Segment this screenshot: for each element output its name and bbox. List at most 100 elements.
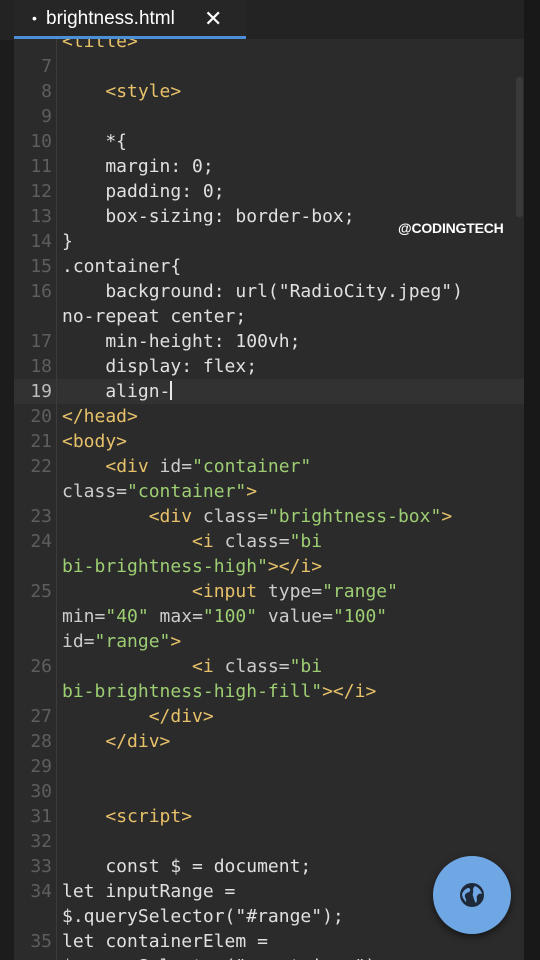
code-text: min="40" max="100" value="100" [62, 604, 387, 629]
scrollbar-thumb[interactable] [516, 77, 523, 217]
code-text: <input type="range" [62, 579, 398, 604]
code-line[interactable]: $.querySelector(".container"); [14, 954, 524, 960]
code-line[interactable]: 28 </div> [14, 729, 524, 754]
code-line[interactable]: bi-brightness-high"></i> [14, 554, 524, 579]
line-number: 22 [30, 456, 52, 477]
code-text: <div id="container" [62, 454, 311, 479]
code-text: class="container"> [62, 479, 257, 504]
watermark: @CODINGTECH [398, 220, 504, 236]
code-text: .container{ [62, 254, 181, 279]
code-text: <title> [62, 39, 138, 54]
line-number: 24 [30, 531, 52, 552]
code-token: "container" [192, 456, 312, 477]
line-number: 13 [30, 206, 52, 227]
code-token: margin: 0; [62, 156, 214, 177]
line-number: 20 [30, 406, 52, 427]
code-line[interactable]: 26 <i class="bi [14, 654, 524, 679]
line-number: 9 [41, 106, 52, 127]
code-line[interactable]: 24 <i class="bi [14, 529, 524, 554]
code-text: <script> [62, 804, 192, 829]
code-line[interactable]: 7 [14, 54, 524, 79]
code-token: <script> [105, 806, 193, 827]
code-line[interactable]: 30 [14, 779, 524, 804]
code-text: </div> [62, 729, 170, 754]
code-line[interactable]: 17 min-height: 100vh; [14, 329, 524, 354]
globe-fab-button[interactable] [433, 856, 511, 934]
code-line[interactable]: 11 margin: 0; [14, 154, 524, 179]
code-token: </div> [105, 731, 171, 752]
line-number: 29 [30, 756, 52, 777]
line-number: 11 [30, 156, 52, 177]
code-token: box-sizing: border-box; [62, 206, 355, 227]
code-line[interactable]: id="range"> [14, 629, 524, 654]
code-token: ></i> [267, 556, 323, 577]
code-token: class= [62, 481, 128, 502]
code-line[interactable]: <title> [14, 39, 524, 54]
code-text: } [62, 229, 73, 254]
code-token: padding: 0; [62, 181, 225, 202]
code-text: $.querySelector("#range"); [62, 904, 344, 929]
line-number: 33 [30, 856, 52, 877]
code-text: min-height: 100vh; [62, 329, 300, 354]
code-line[interactable]: 22 <div id="container" [14, 454, 524, 479]
code-line[interactable]: 21 <body> [14, 429, 524, 454]
code-text: padding: 0; [62, 179, 225, 204]
line-number: 26 [30, 656, 52, 677]
code-line[interactable]: 29 [14, 754, 524, 779]
code-line[interactable]: min="40" max="100" value="100" [14, 604, 524, 629]
code-text: </head> [62, 404, 138, 429]
code-line[interactable]: 10 *{ [14, 129, 524, 154]
code-line[interactable]: 25 <input type="range" [14, 579, 524, 604]
code-line[interactable]: 19 align- [14, 379, 524, 404]
code-token: <i [192, 656, 225, 677]
code-line[interactable]: class="container"> [14, 479, 524, 504]
code-line[interactable]: 15 .container{ [14, 254, 524, 279]
code-line[interactable]: no-repeat center; [14, 304, 524, 329]
code-token: bi-brightness-high-fill" [62, 681, 323, 702]
code-token: align- [62, 381, 171, 402]
code-token: min-height: 100vh; [62, 331, 301, 352]
code-token: > [441, 506, 453, 527]
code-line[interactable]: 16 background: url("RadioCity.jpeg") [14, 279, 524, 304]
code-token: "bi [289, 656, 323, 677]
code-token: class= [224, 531, 290, 552]
code-token: <style> [105, 81, 182, 102]
code-line[interactable]: 31 <script> [14, 804, 524, 829]
code-line[interactable]: 12 padding: 0; [14, 179, 524, 204]
code-editor[interactable]: <title> 7 8 <style> 9 10 *{11 margin: 0; 12 p… [14, 39, 524, 960]
code-token: > [170, 631, 182, 652]
code-line[interactable]: 8 <style> [14, 79, 524, 104]
code-token: <div [148, 506, 203, 527]
code-text: bi-brightness-high-fill"></i> [62, 679, 376, 704]
code-line[interactable]: bi-brightness-high-fill"></i> [14, 679, 524, 704]
line-number: 8 [41, 81, 52, 102]
code-line[interactable]: 32 [14, 829, 524, 854]
code-line[interactable]: 20 </head> [14, 404, 524, 429]
code-text: <i class="bi [62, 529, 322, 554]
code-line[interactable]: 9 [14, 104, 524, 129]
tab-brightness-html[interactable]: • brightness.html ✕ [14, 0, 246, 39]
code-text: </div> [62, 704, 214, 729]
code-text: bi-brightness-high"></i> [62, 554, 322, 579]
line-number: 16 [30, 281, 52, 302]
line-number: 34 [30, 881, 52, 902]
code-line[interactable]: 18 display: flex; [14, 354, 524, 379]
line-number: 35 [30, 931, 52, 952]
window-edge [524, 0, 540, 960]
code-token: "brightness-box" [267, 506, 442, 527]
code-text: align- [62, 379, 173, 404]
code-token: <body> [62, 431, 128, 452]
code-token: <i [192, 531, 225, 552]
code-line[interactable]: 35 let containerElem = [14, 929, 524, 954]
code-token: "40" [105, 606, 149, 627]
close-icon[interactable]: ✕ [204, 0, 222, 37]
code-token: min= [62, 606, 106, 627]
code-line[interactable]: 27 </div> [14, 704, 524, 729]
code-line[interactable]: 23 <div class="brightness-box"> [14, 504, 524, 529]
line-number: 23 [30, 506, 52, 527]
code-token: <input [192, 581, 268, 602]
